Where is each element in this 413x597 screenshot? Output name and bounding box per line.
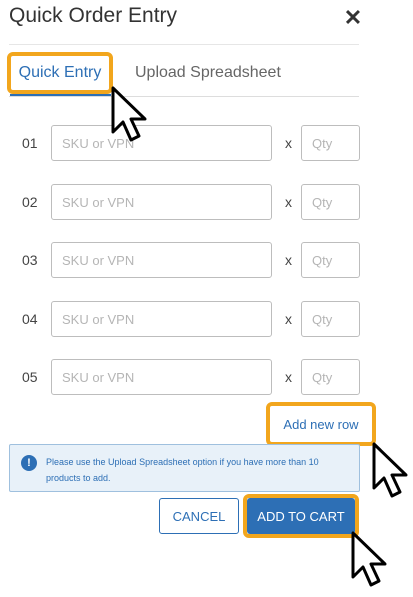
- row-number: 01: [22, 135, 38, 151]
- order-row: 05 x: [0, 359, 413, 395]
- times-sign: x: [285, 369, 292, 385]
- cursor-arrow-icon: [372, 442, 408, 498]
- row-number: 02: [22, 194, 38, 210]
- info-message: Please use the Upload Spreadsheet option…: [46, 457, 319, 483]
- tabs-divider: [9, 96, 359, 97]
- cancel-button[interactable]: CANCEL: [159, 498, 239, 534]
- sku-input[interactable]: [51, 301, 272, 337]
- row-number: 05: [22, 369, 38, 385]
- sku-input[interactable]: [51, 359, 272, 395]
- add-to-cart-button[interactable]: ADD TO CART: [247, 498, 355, 534]
- dialog-title: Quick Order Entry: [9, 4, 178, 27]
- qty-input[interactable]: [301, 359, 360, 395]
- add-new-row-link[interactable]: Add new row: [283, 417, 358, 432]
- info-icon: !: [21, 455, 37, 471]
- sku-input[interactable]: [51, 184, 272, 220]
- row-number: 04: [22, 311, 38, 327]
- times-sign: x: [285, 194, 292, 210]
- times-sign: x: [285, 311, 292, 327]
- add-new-row-highlight: Add new row: [266, 402, 376, 446]
- times-sign: x: [285, 135, 292, 151]
- order-row: 02 x: [0, 184, 413, 220]
- row-number: 03: [22, 252, 38, 268]
- sku-input[interactable]: [51, 125, 272, 161]
- times-sign: x: [285, 252, 292, 268]
- sku-input[interactable]: [51, 242, 272, 278]
- order-row: 04 x: [0, 301, 413, 337]
- order-row: 03 x: [0, 242, 413, 278]
- qty-input[interactable]: [301, 125, 360, 161]
- close-icon[interactable]: ✕: [342, 6, 364, 30]
- cursor-arrow-icon: [351, 531, 387, 587]
- tab-quick-entry[interactable]: Quick Entry: [7, 52, 113, 94]
- title-divider: [9, 44, 359, 45]
- qty-input[interactable]: [301, 301, 360, 337]
- info-alert: ! Please use the Upload Spreadsheet opti…: [9, 444, 360, 492]
- tab-quick-entry-label: Quick Entry: [18, 64, 102, 81]
- qty-input[interactable]: [301, 242, 360, 278]
- cursor-arrow-icon: [111, 86, 147, 142]
- qty-input[interactable]: [301, 184, 360, 220]
- tab-upload-spreadsheet[interactable]: Upload Spreadsheet: [135, 64, 281, 82]
- order-row: 01 x: [0, 125, 413, 161]
